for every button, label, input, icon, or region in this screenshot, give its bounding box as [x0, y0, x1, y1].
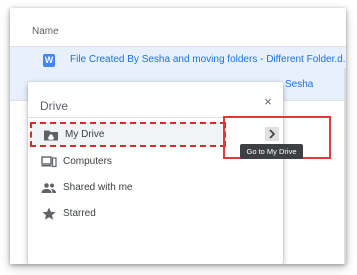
drive-item-label: Shared with me [63, 182, 133, 193]
go-to-my-drive-tooltip: Go to My Drive [240, 144, 303, 159]
drive-item-my-drive[interactable]: My Drive [30, 122, 226, 147]
drive-item-label: Starred [63, 208, 96, 219]
chevron-right-icon [265, 128, 279, 145]
open-folder-button[interactable] [265, 127, 279, 141]
file-name-partial[interactable]: Sesha [285, 79, 313, 90]
drive-item-label: Computers [63, 156, 112, 167]
shared-with-me-icon [41, 180, 57, 196]
scrollbar[interactable] [344, 68, 346, 264]
drive-window: Name W File Created By Sesha and moving … [10, 8, 346, 264]
panel-title: Drive [40, 99, 69, 113]
word-icon: W [43, 54, 55, 67]
drive-move-panel: Drive × My Drive Computers Shared with m… [28, 82, 283, 264]
file-name[interactable]: File Created By Sesha and moving folders… [70, 54, 346, 65]
star-icon [41, 206, 57, 222]
drive-item-shared-with-me[interactable]: Shared with me [28, 175, 283, 201]
drive-item-label: My Drive [65, 129, 105, 140]
name-column-header[interactable]: Name [32, 26, 59, 37]
computers-icon [41, 154, 57, 170]
my-drive-icon [43, 127, 59, 143]
close-icon[interactable]: × [260, 94, 276, 110]
drive-item-starred[interactable]: Starred [28, 201, 283, 227]
